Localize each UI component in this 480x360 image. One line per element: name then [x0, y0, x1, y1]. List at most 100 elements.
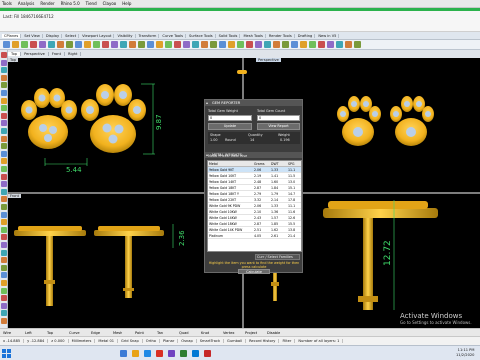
- osnap-tan[interactable]: Tan: [157, 331, 163, 335]
- palette-icon[interactable]: [1, 188, 7, 195]
- toolbar-icon[interactable]: [12, 41, 19, 48]
- toolbar-tab-surface-tools[interactable]: Surface Tools: [187, 33, 216, 38]
- palette-icon[interactable]: [1, 249, 7, 256]
- palette-icon[interactable]: [1, 150, 7, 157]
- toolbar-icon[interactable]: [174, 41, 181, 48]
- toolbar-icon[interactable]: [264, 41, 271, 48]
- status-item[interactable]: Number of all layers: 1: [295, 339, 344, 343]
- rhino-icon[interactable]: [180, 350, 187, 357]
- view-tab-perspective[interactable]: Perspective: [21, 52, 49, 56]
- palette-icon[interactable]: [1, 272, 7, 279]
- palette-icon[interactable]: [1, 287, 7, 294]
- osnap-curve[interactable]: Curve: [69, 331, 80, 335]
- palette-icon[interactable]: [1, 158, 7, 165]
- palette-icon[interactable]: [1, 295, 7, 302]
- toolbar-icon[interactable]: [93, 41, 100, 48]
- toolbar-tab-select[interactable]: Select: [63, 33, 80, 38]
- palette-icon[interactable]: [1, 204, 7, 210]
- palette-icon[interactable]: [1, 234, 7, 241]
- toolbar-icon[interactable]: [3, 41, 10, 48]
- status-item[interactable]: Grid Snap: [118, 339, 143, 343]
- toolbar-icon[interactable]: [228, 41, 235, 48]
- palette-icon[interactable]: [1, 105, 7, 112]
- palette-icon[interactable]: [1, 242, 7, 248]
- palette-icon[interactable]: [1, 219, 7, 226]
- toolbar-icon[interactable]: [336, 41, 343, 48]
- toolbar-icon[interactable]: [120, 41, 127, 48]
- toolbar-tab-visibility[interactable]: Visibility: [115, 33, 136, 38]
- task-view-icon[interactable]: [120, 350, 127, 357]
- toolbar-icon[interactable]: [48, 41, 55, 48]
- palette-icon[interactable]: [1, 59, 7, 66]
- osnap-mesh[interactable]: Mesh: [113, 331, 122, 335]
- filter-field[interactable]: Curr / Select Families: [255, 254, 300, 260]
- toolbar-icon[interactable]: [66, 41, 73, 48]
- osnap-quad[interactable]: Quad: [179, 331, 189, 335]
- toolbar-tab-cplanes[interactable]: CPlanes: [2, 33, 22, 38]
- menu-item-help[interactable]: Help: [122, 1, 131, 6]
- palette-icon[interactable]: [1, 143, 7, 150]
- palette-icon[interactable]: [1, 120, 7, 127]
- gem-reporter-header[interactable]: ▴ GEM REPORTER: [205, 100, 302, 106]
- status-item[interactable]: z 0.000: [48, 339, 69, 343]
- toolbar-icon[interactable]: [147, 41, 154, 48]
- menu-item-render[interactable]: Render: [40, 1, 54, 6]
- toolbar-icon[interactable]: [138, 41, 145, 48]
- command-area[interactable]: Last: Fill 18467166E4712: [0, 11, 480, 32]
- status-item[interactable]: y -12.884: [24, 339, 49, 343]
- view-tab-right[interactable]: Right: [65, 52, 82, 56]
- osnap-wire[interactable]: Wire: [3, 331, 11, 335]
- palette-icon[interactable]: [1, 74, 7, 81]
- toolbar-tab-set-view[interactable]: Set View: [22, 33, 43, 38]
- mail-icon[interactable]: [192, 350, 199, 357]
- toolbar-tab-curve-tools[interactable]: Curve Tools: [160, 33, 186, 38]
- palette-icon[interactable]: [1, 135, 7, 142]
- toolbar-icon[interactable]: [309, 41, 316, 48]
- toolbar-icon[interactable]: [111, 41, 118, 48]
- palette-icon[interactable]: [1, 211, 7, 218]
- toolbar-icon[interactable]: [84, 41, 91, 48]
- status-item[interactable]: Planar: [160, 339, 179, 343]
- toolbar-icon[interactable]: [192, 41, 199, 48]
- toolbar-icon[interactable]: [282, 41, 289, 48]
- osnap-top[interactable]: Top: [47, 331, 53, 335]
- toolbar-icon[interactable]: [219, 41, 226, 48]
- toolbar-tab-display[interactable]: Display: [44, 33, 63, 38]
- chrome-icon[interactable]: [156, 350, 163, 357]
- palette-icon[interactable]: [1, 257, 7, 264]
- view-report-button[interactable]: View Report: [257, 123, 300, 130]
- toolbar-icon[interactable]: [237, 41, 244, 48]
- app-icon[interactable]: [168, 350, 175, 357]
- menu-item-clayoo[interactable]: Clayoo: [103, 1, 117, 6]
- viewport-label-perspective[interactable]: Perspective: [256, 58, 281, 62]
- toolbar-icon[interactable]: [156, 41, 163, 48]
- toolbar-icon[interactable]: [318, 41, 325, 48]
- file-explorer-icon[interactable]: [132, 350, 139, 357]
- palette-icon[interactable]: [1, 82, 7, 89]
- palette-icon[interactable]: [1, 280, 7, 286]
- palette-icon[interactable]: [1, 302, 7, 309]
- toolbar-icon[interactable]: [300, 41, 307, 48]
- osnap-left[interactable]: Left: [25, 331, 32, 335]
- status-item[interactable]: Filter: [279, 339, 296, 343]
- toolbar-icon[interactable]: [273, 41, 280, 48]
- osnap-knot[interactable]: Knot: [201, 331, 209, 335]
- status-item[interactable]: x -14.885: [0, 339, 25, 343]
- palette-icon[interactable]: [1, 318, 7, 324]
- calculate-button[interactable]: Calculate: [238, 269, 270, 274]
- windows-start-icon[interactable]: [2, 349, 11, 358]
- toolbar-icon[interactable]: [327, 41, 334, 48]
- menu-item-analysis[interactable]: Analysis: [18, 1, 34, 6]
- palette-icon[interactable]: [1, 67, 7, 74]
- metal-table-row[interactable]: Platinum 4.05 2.61 21.4: [208, 233, 301, 239]
- toolbar-icon[interactable]: [183, 41, 190, 48]
- palette-icon[interactable]: [1, 112, 7, 119]
- osnap-project[interactable]: Project: [245, 331, 257, 335]
- palette-icon[interactable]: [1, 97, 7, 104]
- toolbar-icon[interactable]: [30, 41, 37, 48]
- view-tab-top[interactable]: Top: [8, 52, 22, 56]
- palette-icon[interactable]: [1, 264, 7, 271]
- edge-icon[interactable]: [144, 350, 151, 357]
- toolbar-tab-render-tools[interactable]: Render Tools: [267, 33, 295, 38]
- palette-icon[interactable]: [1, 166, 7, 172]
